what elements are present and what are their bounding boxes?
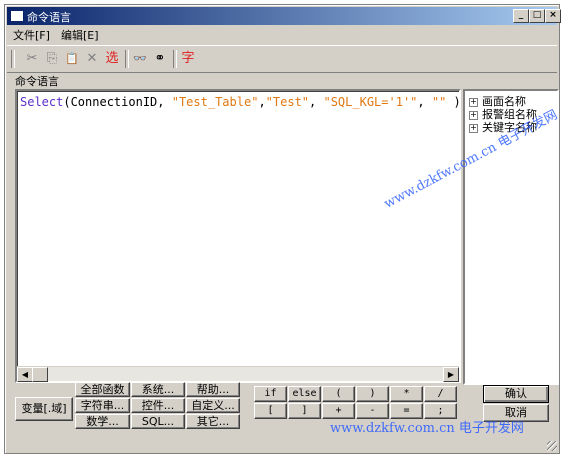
menu-file[interactable]: 文件[F] (13, 27, 50, 43)
command-language-window: 命令语言 _ □ × 文件[F] 编辑[E] ✂ ⎘ 📋 ✕ 选 👓 ⚭ 字 命… (4, 4, 561, 454)
cut-icon[interactable]: ✂ (23, 50, 41, 68)
menu-bar: 文件[F] 编辑[E] (7, 26, 557, 42)
toolbar-separator (125, 50, 129, 68)
code-line[interactable]: Select(ConnectionID, "Test_Table","Test"… (20, 95, 468, 109)
variable-button[interactable]: 变量[.域] (15, 397, 73, 421)
scroll-thumb[interactable] (32, 367, 48, 382)
close-bracket-button[interactable]: ] (288, 403, 321, 419)
toolbar-separator (173, 50, 177, 68)
code-string: "Test" (265, 95, 310, 109)
sql-button[interactable]: SQL... (131, 414, 185, 429)
delete-icon[interactable]: ✕ (83, 50, 101, 68)
code-comma: , (417, 95, 432, 109)
window-title: 命令语言 (27, 11, 71, 24)
close-paren-button[interactable]: ) (356, 386, 389, 402)
if-button[interactable]: if (254, 386, 287, 402)
code-editor[interactable]: Select(ConnectionID, "Test_Table","Test"… (15, 89, 468, 383)
horizontal-scrollbar[interactable]: ◀ ▶ (17, 366, 459, 382)
font-icon[interactable]: 字 (179, 50, 197, 68)
paste-icon[interactable]: 📋 (63, 50, 81, 68)
maximize-button[interactable]: □ (529, 9, 545, 23)
help-button[interactable]: 帮助... (186, 382, 240, 397)
copy-icon[interactable]: ⎘ (43, 50, 61, 68)
string-button[interactable]: 字符串... (75, 398, 130, 413)
close-button[interactable]: × (545, 9, 561, 23)
code-string: "Test_Table" (171, 95, 259, 109)
control-button[interactable]: 控件... (131, 398, 185, 413)
window-icon (10, 10, 24, 22)
else-button[interactable]: else (288, 386, 321, 402)
replace-icon[interactable]: ⚭ (151, 50, 169, 68)
watermark-bottom: www.dzkfw.com.cn 电子开发网 (330, 421, 524, 436)
code-string: "SQL_KGL='1'" (323, 95, 418, 109)
scroll-right-icon[interactable]: ▶ (443, 367, 459, 382)
menu-edit[interactable]: 编辑[E] (61, 27, 99, 43)
all-functions-button[interactable]: 全部函数 (75, 382, 130, 397)
title-bar[interactable]: 命令语言 _ □ × (7, 7, 561, 25)
resize-grip-icon[interactable] (547, 441, 557, 451)
editor-label: 命令语言 (15, 75, 59, 88)
code-function: Select (20, 95, 64, 109)
custom-button[interactable]: 自定义... (186, 398, 240, 413)
minimize-button[interactable]: _ (513, 9, 529, 23)
scroll-left-icon[interactable]: ◀ (17, 367, 33, 382)
open-bracket-button[interactable]: [ (254, 403, 287, 419)
select-icon[interactable]: 选 (103, 50, 121, 68)
other-button[interactable]: 其它... (186, 414, 240, 429)
code-args: (ConnectionID, (63, 95, 172, 109)
code-comma: , (258, 95, 266, 109)
open-paren-button[interactable]: ( (322, 386, 355, 402)
toolbar-separator (11, 50, 15, 68)
divide-button[interactable]: / (424, 386, 457, 402)
multiply-button[interactable]: * (390, 386, 423, 402)
ok-button[interactable]: 确认 (483, 385, 549, 403)
find-icon[interactable]: 👓 (131, 50, 149, 68)
code-comma: , (309, 95, 324, 109)
system-button[interactable]: 系统... (131, 382, 185, 397)
toolbar: ✂ ⎘ 📋 ✕ 选 👓 ⚭ 字 (7, 45, 557, 73)
code-string: "" (431, 95, 447, 109)
expand-icon[interactable]: + (469, 124, 478, 133)
math-button[interactable]: 数学... (75, 414, 130, 429)
